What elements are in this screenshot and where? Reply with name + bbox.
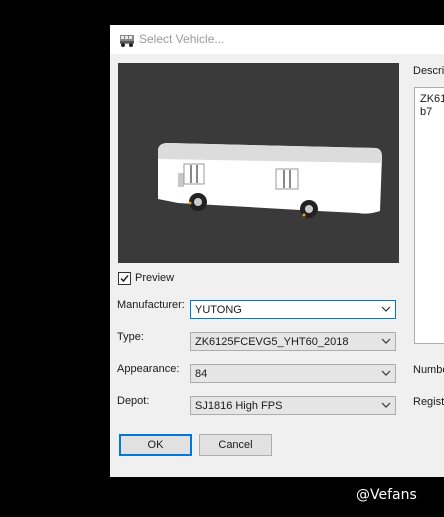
- bus-preview-image: [158, 143, 382, 218]
- type-value: ZK6125FCEVG5_YHT60_2018: [195, 336, 349, 348]
- chevron-down-icon: [381, 402, 391, 408]
- registration-label: Regist: [413, 396, 444, 408]
- chevron-down-icon: [381, 370, 391, 376]
- manufacturer-value: YUTONG: [195, 304, 242, 316]
- appearance-value: 84: [195, 368, 208, 380]
- manufacturer-select[interactable]: YUTONG: [190, 300, 396, 319]
- description-line-1: ZK61: [420, 93, 444, 105]
- title-bar: Select Vehicle...: [110, 25, 444, 54]
- description-textarea[interactable]: ZK61 b7: [414, 87, 444, 344]
- preview-checkbox-label: Preview: [135, 272, 175, 284]
- number-label: Numbe: [413, 364, 444, 376]
- appearance-label: Appearance:: [117, 363, 180, 375]
- chevron-down-icon: [381, 306, 391, 312]
- vehicle-preview: [118, 63, 399, 263]
- checkmark-icon: [120, 275, 129, 283]
- chevron-down-icon: [381, 338, 391, 344]
- depot-label: Depot:: [117, 395, 150, 407]
- bus-app-icon: [120, 35, 134, 47]
- description-line-2: b7: [420, 106, 433, 118]
- type-label: Type:: [117, 331, 144, 343]
- manufacturer-label: Manufacturer:: [117, 299, 185, 311]
- type-select[interactable]: ZK6125FCEVG5_YHT60_2018: [190, 332, 396, 351]
- appearance-select[interactable]: 84: [190, 364, 396, 383]
- description-label: Descrip: [413, 65, 444, 77]
- depot-select[interactable]: SJ1816 High FPS: [190, 396, 396, 415]
- cancel-button[interactable]: Cancel: [199, 434, 272, 456]
- depot-value: SJ1816 High FPS: [195, 400, 283, 412]
- ok-button[interactable]: OK: [119, 434, 192, 456]
- window-title: Select Vehicle...: [139, 32, 225, 46]
- select-vehicle-dialog: Select Vehicle... Preview Manufacturer: …: [110, 25, 444, 477]
- preview-checkbox[interactable]: [118, 272, 131, 285]
- watermark: @Vefans: [356, 487, 417, 503]
